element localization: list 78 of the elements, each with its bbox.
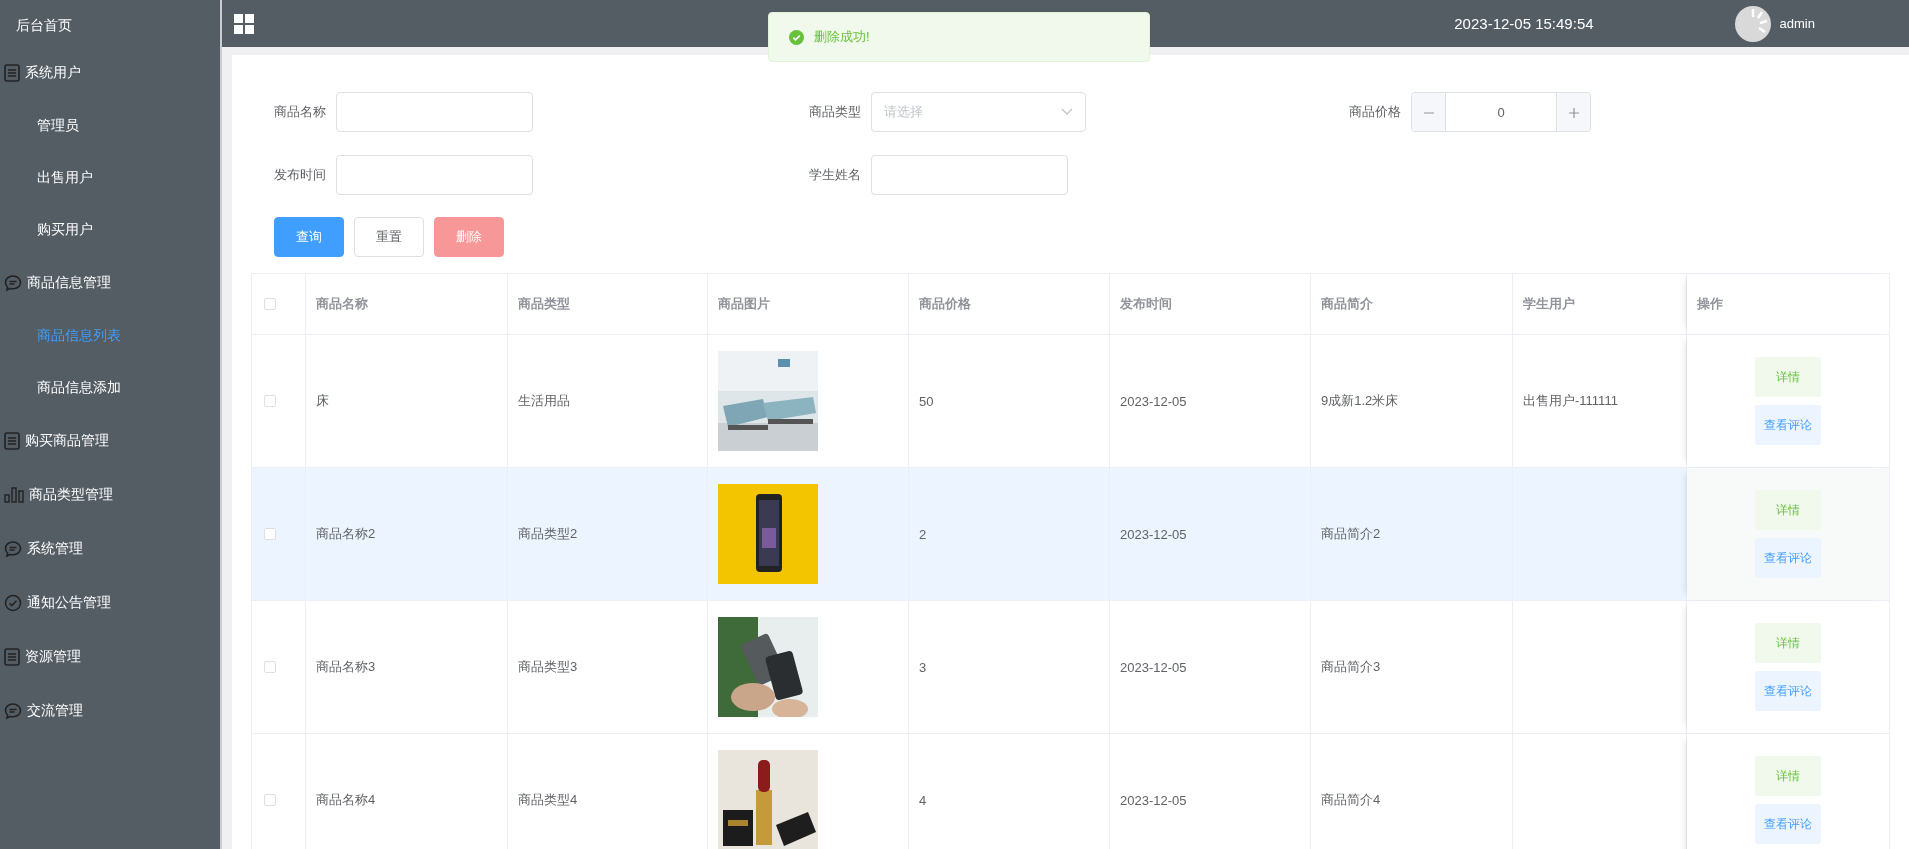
chat-icon	[4, 274, 22, 292]
success-icon	[789, 29, 804, 45]
input-field[interactable]	[871, 155, 1068, 195]
table-cell: 2023-12-05	[1120, 393, 1187, 409]
table-row[interactable]: 床 生活用品 50 2023-12-05 9成新1.2米床 出售用户-111111 详情 查看评论	[252, 335, 1889, 468]
checkbox[interactable]	[264, 794, 276, 806]
sidebar-item[interactable]: 系统用户	[0, 46, 220, 100]
chat-icon	[4, 540, 22, 558]
list-icon	[4, 64, 20, 82]
column-header: 商品价格	[919, 295, 971, 313]
table-cell: 商品类型2	[518, 525, 578, 543]
sidebar-item[interactable]: 购买商品管理	[0, 414, 220, 468]
sidebar-subitem[interactable]: 购买用户	[0, 204, 220, 256]
field-label: 发布时间	[273, 166, 326, 184]
sidebar-subitem[interactable]: 出售用户	[0, 152, 220, 204]
table-cell: 2	[919, 526, 927, 542]
table-cell: 4	[919, 792, 927, 808]
grid-menu-icon[interactable]	[234, 13, 254, 34]
field-label: 商品价格	[1348, 103, 1401, 121]
table-cell: 商品简介3	[1321, 658, 1381, 676]
date-time: 2023-12-05 15:49:54	[1454, 15, 1594, 32]
table-cell: 商品类型3	[518, 658, 578, 676]
user-name[interactable]: admin	[1779, 16, 1815, 31]
sidebar-item[interactable]: 后台首页	[0, 6, 220, 46]
column-header: 操作	[1697, 295, 1723, 313]
bar-chart-icon	[4, 487, 24, 503]
table-cell: 商品类型4	[518, 791, 578, 809]
sidebar-item[interactable]: 通知公告管理	[0, 576, 220, 630]
table-cell: 床	[316, 392, 329, 410]
table-cell: 商品简介2	[1321, 525, 1381, 543]
checkbox[interactable]	[264, 298, 276, 310]
sidebar-item[interactable]: 商品类型管理	[0, 468, 220, 522]
sidebar-item[interactable]: 商品信息管理	[0, 256, 220, 310]
table-cell: 商品简介4	[1321, 791, 1381, 809]
chat-icon	[4, 702, 22, 720]
avatar-icon[interactable]	[1733, 4, 1772, 43]
sidebar-subitem[interactable]: 管理员	[0, 100, 220, 152]
table-cell: 商品名称4	[316, 791, 376, 809]
plus-icon	[1567, 107, 1580, 119]
input-field[interactable]	[336, 92, 533, 132]
table-row[interactable]: 商品名称4 商品类型4 4 2023-12-05 商品简介4 详情 查看评论	[252, 734, 1889, 849]
table-row[interactable]: 商品名称3 商品类型3 3 2023-12-05 商品简介3 详情 查看评论	[252, 601, 1889, 734]
column-header: 商品名称	[316, 295, 368, 313]
column-header: 商品简介	[1321, 295, 1373, 313]
table-row[interactable]: 商品名称2 商品类型2 2 2023-12-05 商品简介2 详情 查看评论	[252, 468, 1889, 601]
sidebar-item[interactable]: 资源管理	[0, 630, 220, 684]
field-label: 商品类型	[808, 103, 861, 121]
checkbox[interactable]	[264, 528, 276, 540]
table-cell: 2023-12-05	[1120, 526, 1187, 542]
column-header: 商品图片	[718, 295, 770, 313]
table-cell: 9成新1.2米床	[1321, 392, 1399, 410]
table-cell: 生活用品	[518, 392, 570, 410]
table-cell: 商品名称3	[316, 658, 376, 676]
field-label: 商品名称	[273, 103, 326, 121]
toast-text: 删除成功!	[814, 28, 870, 46]
checkbox[interactable]	[264, 395, 276, 407]
table-cell: 出售用户-111111	[1523, 392, 1618, 410]
table-cell: 50	[919, 393, 934, 409]
action-button[interactable]: 重置	[354, 217, 424, 257]
column-header: 商品类型	[518, 295, 570, 313]
table-cell: 商品名称2	[316, 525, 376, 543]
checkbox[interactable]	[264, 661, 276, 673]
sidebar-subitem[interactable]: 商品信息添加	[0, 362, 220, 414]
check-circle-icon	[4, 594, 22, 612]
list-icon	[4, 648, 20, 666]
increment-button[interactable]	[1557, 93, 1590, 131]
sidebar-item[interactable]: 系统管理	[0, 522, 220, 576]
list-icon	[4, 432, 20, 450]
chevron-down-icon	[1061, 108, 1073, 116]
table-cell: 2023-12-05	[1120, 659, 1187, 675]
decrement-button[interactable]	[1412, 93, 1445, 131]
table-cell: 2023-12-05	[1120, 792, 1187, 808]
sidebar-item[interactable]: 交流管理	[0, 684, 220, 738]
column-header: 发布时间	[1120, 295, 1172, 313]
table-cell: 3	[919, 659, 927, 675]
column-header: 学生用户	[1523, 295, 1575, 313]
field-label: 学生姓名	[808, 166, 861, 184]
input-field[interactable]	[336, 155, 533, 195]
